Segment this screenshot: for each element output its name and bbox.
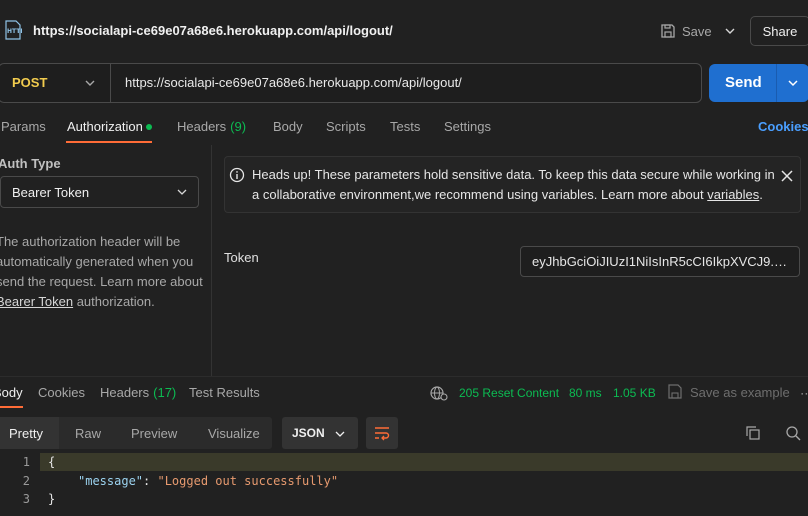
info-icon — [229, 167, 245, 183]
chevron-down-icon[interactable] — [84, 76, 96, 90]
auth-type-value[interactable]: Bearer Token — [12, 185, 89, 200]
format-tab-visualize[interactable]: Visualize — [208, 426, 260, 441]
search-icon[interactable] — [785, 425, 801, 441]
response-tab-body[interactable]: Body — [0, 385, 23, 400]
json-key: "message" — [78, 474, 144, 488]
chevron-down-icon[interactable] — [786, 76, 800, 90]
code-line[interactable]: "message": "Logged out successfully" — [78, 474, 338, 488]
more-options-icon[interactable]: ⋯ — [800, 386, 808, 402]
json-colon: : — [143, 474, 158, 488]
url-input[interactable]: https://socialapi-ce69e07a68e6.herokuapp… — [125, 75, 462, 90]
http-icon: HTTP — [5, 20, 22, 40]
auth-desc-text: The authorization header will be automat… — [0, 234, 203, 289]
svg-text:HTTP: HTTP — [7, 28, 22, 35]
save-as-example-button[interactable]: Save as example — [690, 385, 790, 400]
response-size[interactable]: 1.05 KB — [613, 386, 656, 400]
tab-headers-count: (9) — [230, 119, 247, 134]
page-url: https://socialapi-ce69e07a68e6.herokuapp… — [33, 23, 393, 38]
response-tab-test-results[interactable]: Test Results — [189, 385, 260, 400]
status-code[interactable]: 205 Reset Content — [459, 386, 559, 400]
auth-type-label: Auth Type — [0, 156, 61, 171]
format-select-value[interactable]: JSON — [292, 426, 325, 440]
auth-desc-suffix: authorization. — [73, 294, 155, 309]
tab-params[interactable]: Params — [1, 119, 46, 134]
tab-headers[interactable]: Headers (9) — [177, 119, 246, 134]
token-value[interactable]: eyJhbGciOiJIUzI1NiIsInR5cCI6IkpXVCJ9.eyJ… — [532, 254, 794, 269]
token-label: Token — [224, 250, 259, 265]
save-icon — [661, 24, 675, 38]
active-tab-indicator — [0, 406, 23, 408]
response-time[interactable]: 80 ms — [569, 386, 602, 400]
save-label: Save — [682, 23, 712, 39]
panel-divider[interactable] — [211, 145, 212, 377]
line-number: 2 — [22, 474, 30, 488]
send-label[interactable]: Send — [725, 74, 762, 91]
current-line-highlight — [40, 453, 808, 471]
share-button[interactable]: Share — [750, 16, 808, 46]
variables-link[interactable]: variables — [707, 187, 759, 202]
format-tab-preview[interactable]: Preview — [131, 426, 177, 441]
banner-message: Heads up! These parameters hold sensitiv… — [252, 167, 775, 202]
tab-body[interactable]: Body — [273, 119, 303, 134]
banner-suffix: . — [759, 187, 763, 202]
wrap-lines-icon[interactable] — [373, 425, 391, 441]
format-tab-pretty[interactable]: Pretty — [9, 426, 43, 441]
tab-tests[interactable]: Tests — [390, 119, 420, 134]
copy-icon[interactable] — [745, 425, 761, 441]
tab-scripts[interactable]: Scripts — [326, 119, 366, 134]
tab-settings[interactable]: Settings — [444, 119, 491, 134]
response-headers-count: (17) — [153, 385, 177, 400]
save-icon — [668, 384, 682, 399]
cookies-link[interactable]: Cookies — [758, 119, 808, 134]
line-number: 3 — [22, 492, 30, 506]
chevron-down-icon[interactable] — [722, 22, 738, 40]
bearer-token-link[interactable]: Bearer Token — [0, 294, 73, 309]
json-string-value: "Logged out successfully" — [157, 474, 339, 488]
banner-text: Heads up! These parameters hold sensitiv… — [252, 165, 782, 205]
divider — [776, 64, 777, 102]
code-close-brace[interactable]: } — [48, 492, 55, 506]
method-select[interactable]: POST — [12, 75, 47, 90]
tab-headers-label: Headers — [177, 119, 227, 134]
tab-authorization[interactable]: Authorization — [67, 119, 143, 134]
globe-network-icon[interactable] — [430, 385, 448, 401]
close-icon[interactable] — [780, 169, 794, 183]
divider — [110, 64, 111, 102]
divider — [0, 376, 808, 377]
active-tab-indicator — [66, 141, 152, 143]
format-tab-raw[interactable]: Raw — [75, 426, 101, 441]
auth-description: The authorization header will be automat… — [0, 232, 206, 312]
line-number: 1 — [22, 455, 30, 469]
share-label: Share — [762, 23, 798, 39]
code-open-brace[interactable]: { — [48, 455, 55, 469]
response-headers-label: Headers — [100, 385, 150, 400]
save-button[interactable]: Save — [660, 18, 712, 44]
chevron-down-icon[interactable] — [176, 186, 188, 198]
response-tab-headers[interactable]: Headers (17) — [100, 385, 176, 400]
chevron-down-icon[interactable] — [334, 428, 346, 440]
status-dot — [146, 124, 152, 130]
response-tab-cookies[interactable]: Cookies — [38, 385, 85, 400]
